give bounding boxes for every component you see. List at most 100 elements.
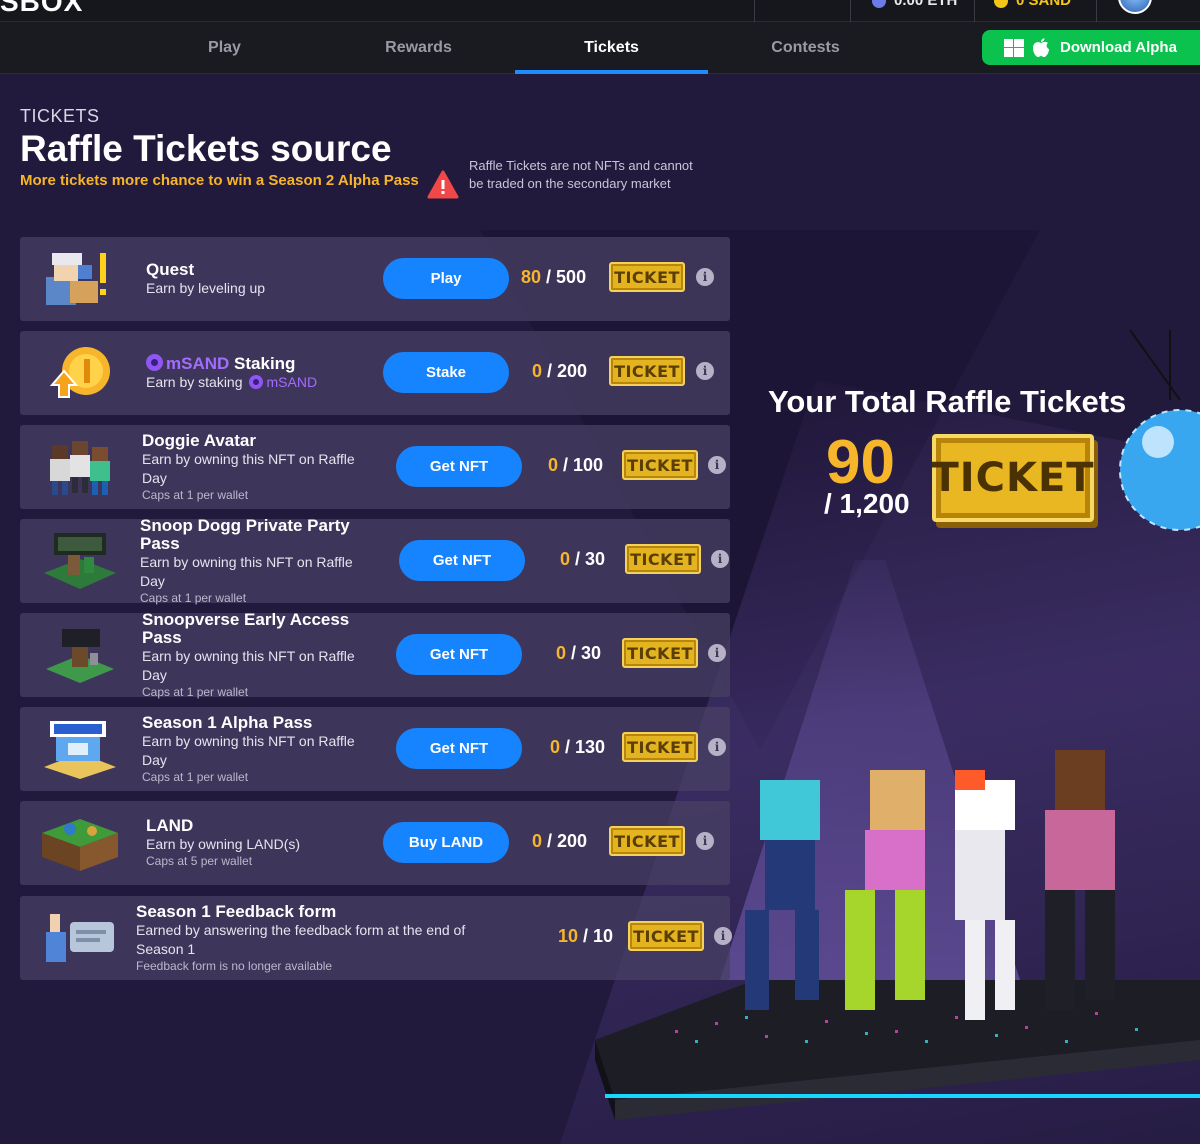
feedback-form-icon [46,914,114,962]
total-tickets-cap: / 1,200 [824,488,910,519]
user-avatar[interactable] [1118,0,1152,14]
ticket-count: 0 / 30 [560,549,606,569]
tab-contests[interactable]: Contests [709,22,902,74]
ticket-source-row: Snoopverse Early Access Pass Earn by own… [20,609,730,699]
sand-balance-label: 0 SAND [1016,0,1072,9]
doggie-avatars-icon [50,441,110,495]
row-text: Season 1 Feedback form Earned by answeri… [136,896,516,980]
row-cap: Feedback form is no longer available [136,958,333,973]
tickets-max: 100 [573,455,604,475]
stake-button[interactable]: Stake [383,352,509,393]
download-alpha-button[interactable]: Download Alpha [982,30,1200,65]
big-ticket-badge: TICKET [931,434,1095,522]
tickets-earned: 0 [532,361,543,381]
row-description: Earned by answering the feedback form at… [136,921,466,957]
ticket-source-row: Quest Earn by leveling up Play 80 / 500 … [20,237,730,321]
info-icon-glyph: i [717,552,723,566]
info-icon[interactable]: i [708,644,726,662]
tickets-earned: 80 [521,267,542,287]
tickets-earned: 0 [548,455,559,475]
ticket-source-row: mSAND Staking Earn by staking mSAND Stake… [20,331,730,415]
ticket-badge: TICKET [622,450,698,480]
get-nft-button[interactable]: Get NFT [399,540,525,581]
info-icon-glyph: i [714,646,720,660]
row-title: Quest [146,259,195,279]
land-block-icon [42,819,118,871]
row-title: Snoopverse Early Access Pass [142,609,350,647]
row-cap: Caps at 1 per wallet [140,590,247,605]
row-text: Quest Earn by leveling up [146,237,265,321]
windows-icon [1004,38,1024,57]
tickets-max: 200 [557,831,588,851]
divider [974,0,975,22]
ticket-label: TICKET [630,549,696,569]
sand-coin-icon [49,347,110,398]
row-cap: Caps at 1 per wallet [142,487,249,502]
big-ticket-label: TICKET [931,455,1095,501]
page-subtitle: More tickets more chance to win a Season… [20,172,419,189]
info-icon[interactable]: i [708,456,726,474]
row-text: mSAND Staking Earn by staking mSAND [146,331,317,415]
page-title: Raffle Tickets source [20,128,392,169]
row-title: Season 1 Feedback form [136,901,337,921]
eth-balance[interactable]: 0.00 ETH [872,0,957,9]
warning-text: Raffle Tickets are not NFTs and cannot b… [469,158,693,191]
tickets-max: 200 [557,361,588,381]
ticket-label: TICKET [614,267,680,287]
row-title: Snoop Dogg Private Party Pass [140,515,350,553]
tab-rewards[interactable]: Rewards [322,22,515,74]
row-title: Season 1 Alpha Pass [142,712,313,732]
get-nft-button[interactable]: Get NFT [396,728,522,769]
ticket-badge: TICKET [625,544,701,574]
ticket-source-row: Doggie Avatar Earn by owning this NFT on… [20,425,730,509]
eth-balance-label: 0.00 ETH [894,0,958,9]
row-description: Earn by owning this NFT on Raffle Day [140,553,353,589]
private-party-pass-icon [44,533,116,589]
total-tickets-title: Your Total Raffle Tickets [768,384,1127,419]
tickets-earned: 0 [560,549,571,569]
ticket-count: 0 / 100 [548,455,604,475]
tickets-earned: 0 [556,643,567,663]
row-text: Snoop Dogg Private Party Pass Earn by ow… [140,515,380,605]
apple-icon [1033,37,1049,57]
row-description: Earn by staking mSAND [146,373,317,392]
row-description: Earn by leveling up [146,279,266,296]
msand-token-label: mSAND [266,374,318,390]
get-nft-button[interactable]: Get NFT [396,446,522,487]
row-description-label: Earn by staking [146,374,243,390]
msand-icon [248,375,263,389]
buy-land-button[interactable]: Buy LAND [383,822,509,863]
row-description: Earn by owning LAND(s) [146,836,301,852]
row-description: Earn by owning this NFT on Raffle Day [142,647,355,683]
download-alpha-label: Download Alpha [1060,39,1177,56]
main-nav: Play Rewards Tickets Contests Download A… [0,22,1200,74]
sand-balance[interactable]: 0 SAND [994,0,1071,9]
divider [754,0,755,22]
tab-tickets[interactable]: Tickets [515,22,708,74]
ticket-label: TICKET [627,643,693,663]
get-nft-button[interactable]: Get NFT [396,634,522,675]
tickets-max: 30 [585,549,606,569]
alpha-pass-icon [44,721,116,779]
row-cap: Caps at 5 per wallet [146,854,253,868]
warning-icon [427,170,459,199]
row-title-label: Staking [234,354,296,373]
row-text: Season 1 Alpha Pass Earn by owning this … [142,707,382,791]
disco-ball-icon [1119,330,1200,531]
total-tickets-value: 90 [826,428,895,497]
page-kicker: TICKETS [20,106,100,126]
play-button[interactable]: Play [383,258,509,299]
info-icon[interactable]: i [696,268,714,286]
info-icon-glyph: i [702,270,708,284]
ticket-badge: TICKET [609,262,685,292]
ticket-count: 0 / 200 [532,361,588,381]
row-text: LAND Earn by owning LAND(s) Caps at 5 pe… [146,801,300,885]
logo[interactable]: SBOX [0,0,83,18]
info-icon[interactable]: i [711,550,729,568]
row-text: Doggie Avatar Earn by owning this NFT on… [142,425,382,509]
info-icon[interactable]: i [696,362,714,380]
early-access-pass-icon [46,629,114,683]
tab-play[interactable]: Play [128,22,321,74]
row-cap: Caps at 1 per wallet [142,769,249,784]
row-text: Snoopverse Early Access Pass Earn by own… [142,609,382,699]
